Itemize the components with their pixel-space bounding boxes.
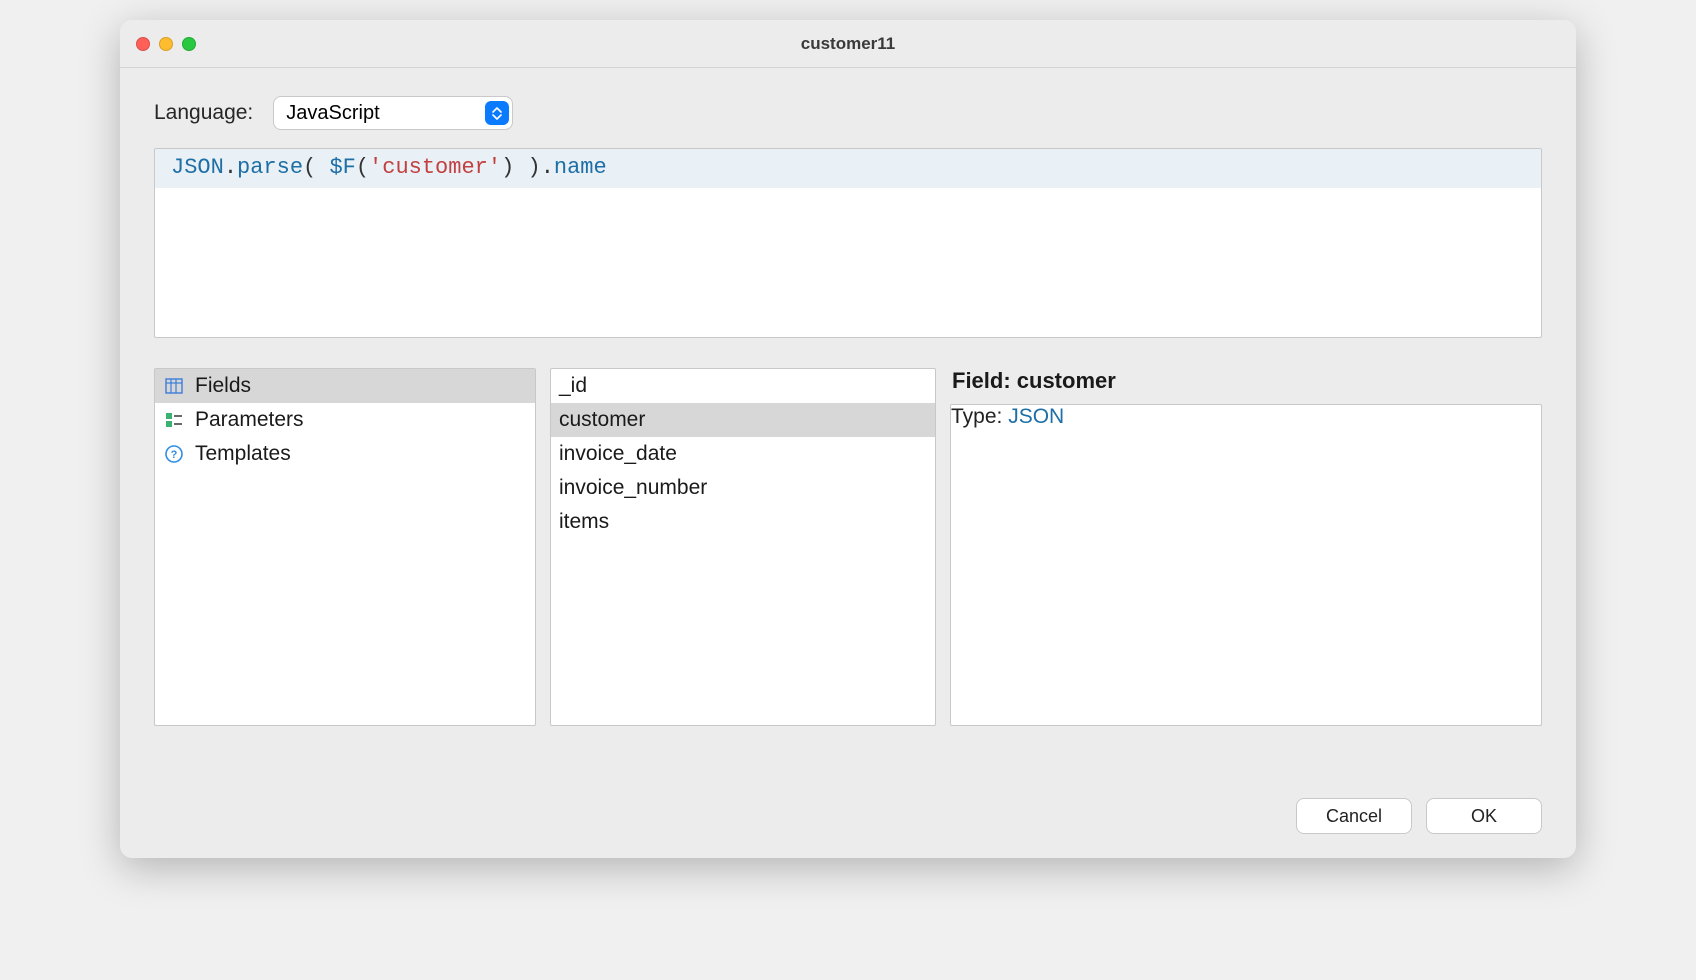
token-dot: . [224,155,237,180]
detail-header: Field: customer [950,368,1542,394]
language-row: Language: JavaScript [154,96,1542,130]
field-item[interactable]: invoice_date [551,437,935,471]
titlebar: customer11 [120,20,1576,68]
field-item-label: _id [559,374,587,398]
field-item-label: invoice_number [559,476,707,500]
category-item-label: Templates [195,442,291,466]
parameters-icon [163,409,185,431]
detail-type-value: JSON [1008,405,1064,428]
language-select-wrap: JavaScript [273,96,513,130]
token-parse: parse [237,155,303,180]
categories-panel: Fields Parameters? Templates [154,368,536,726]
category-item-templates[interactable]: ? Templates [155,437,535,471]
ok-button[interactable]: OK [1426,798,1542,834]
detail-type-label: Type: [951,405,1008,428]
dialog-footer: Cancel OK [120,778,1576,858]
expression-editor[interactable]: JSON.parse( $F('customer') ).name [154,148,1542,338]
field-item-label: invoice_date [559,442,677,466]
token-name: name [554,155,607,180]
category-item-fields[interactable]: Fields [155,369,535,403]
token-open-paren-2: ( [356,155,369,180]
detail-column: Field: customer Type: JSON [950,368,1542,726]
field-item[interactable]: _id [551,369,935,403]
field-item[interactable]: items [551,505,935,539]
dialog-content: Language: JavaScript JSON.parse( $F('cus… [120,68,1576,778]
field-item-label: items [559,510,609,534]
token-close-paren-2: ) [501,155,514,180]
category-item-label: Fields [195,374,251,398]
cancel-button[interactable]: Cancel [1296,798,1412,834]
token-json: JSON [171,155,224,180]
zoom-icon[interactable] [182,37,196,51]
minimize-icon[interactable] [159,37,173,51]
templates-icon: ? [163,443,185,465]
language-select[interactable]: JavaScript [273,96,513,130]
field-item[interactable]: invoice_number [551,471,935,505]
field-item-label: customer [559,408,645,432]
dialog-window: customer11 Language: JavaScript JSON.par… [120,20,1576,858]
detail-body: Type: JSON [951,405,1541,429]
token-close-paren: ) [514,155,540,180]
panels-row: Fields Parameters? Templates _id customer in… [154,368,1542,726]
fields-panel: _id customer invoice_date invoice_numberite… [550,368,936,726]
close-icon[interactable] [136,37,150,51]
token-string: 'customer' [369,155,501,180]
token-fn: $F [329,155,355,180]
token-open-paren: ( [303,155,329,180]
window-controls [136,37,196,51]
detail-panel: Type: JSON [950,404,1542,726]
token-dot-2: . [541,155,554,180]
svg-text:?: ? [171,449,178,461]
fields-icon [163,375,185,397]
field-item[interactable]: customer [551,403,935,437]
expression-line: JSON.parse( $F('customer') ).name [155,149,1541,188]
window-title: customer11 [120,34,1576,54]
category-item-parameters[interactable]: Parameters [155,403,535,437]
category-item-label: Parameters [195,408,304,432]
language-label: Language: [154,101,253,125]
